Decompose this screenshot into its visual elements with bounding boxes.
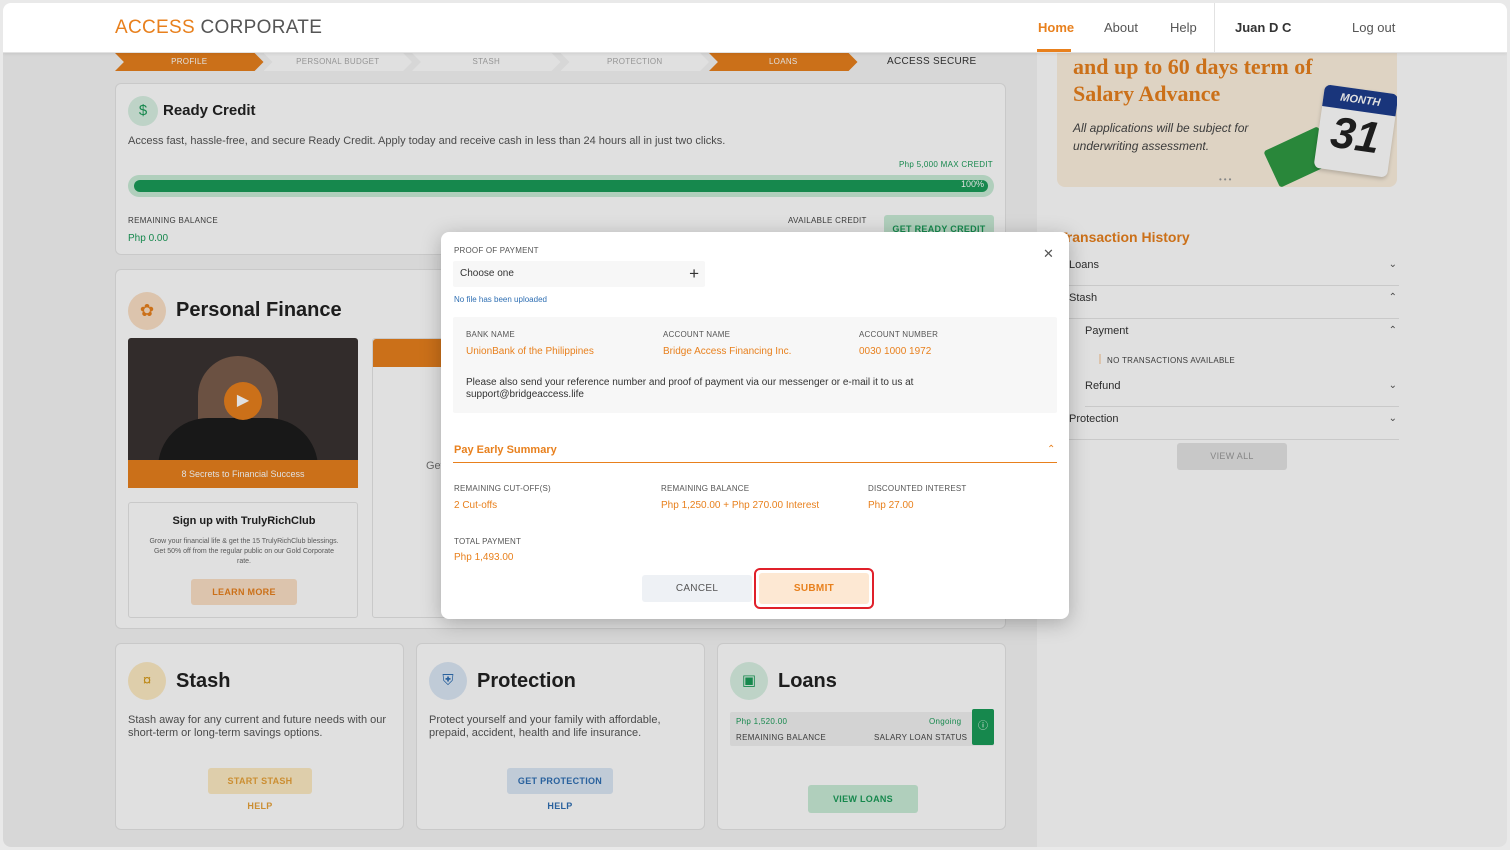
cancel-button[interactable]: CANCEL xyxy=(642,575,752,602)
account-number-value: 0030 1000 1972 xyxy=(859,346,932,357)
total-payment-value: Php 1,493.00 xyxy=(454,552,514,563)
account-name-label: ACCOUNT NAME xyxy=(663,330,731,339)
nav-home[interactable]: Home xyxy=(1038,20,1074,35)
discounted-interest-label: DISCOUNTED INTEREST xyxy=(868,484,967,493)
submit-highlight-ring xyxy=(754,568,874,609)
chevron-up-icon[interactable]: ⌃ xyxy=(1047,444,1055,455)
bank-name-label: BANK NAME xyxy=(466,330,515,339)
plus-icon[interactable]: + xyxy=(689,264,699,284)
discounted-interest-value: Php 27.00 xyxy=(868,500,914,511)
nav-about[interactable]: About xyxy=(1104,20,1138,35)
payment-instruction-note: Please also send your reference number a… xyxy=(466,377,914,400)
remaining-balance-value: Php 1,250.00 + Php 270.00 Interest xyxy=(661,500,820,511)
summary-divider xyxy=(453,462,1057,463)
bank-name-value: UnionBank of the Philippines xyxy=(466,346,594,357)
total-payment-label: TOTAL PAYMENT xyxy=(454,537,522,546)
no-file-text: No file has been uploaded xyxy=(454,295,547,304)
logo[interactable]: ACCESS CORPORATE xyxy=(115,17,322,39)
nav-divider xyxy=(1214,3,1215,53)
app-window: ACCESS CORPORATE Home About Help Juan D … xyxy=(3,3,1507,847)
nav-help[interactable]: Help xyxy=(1170,20,1197,35)
bank-details-box: BANK NAME UnionBank of the Philippines A… xyxy=(453,317,1057,413)
cutoff-label: REMAINING CUT-OFF(S) xyxy=(454,484,551,493)
cutoff-value: 2 Cut-offs xyxy=(454,500,498,511)
choose-one-text: Choose one xyxy=(460,268,514,279)
pay-early-summary-title[interactable]: Pay Early Summary xyxy=(454,444,557,456)
logout-link[interactable]: Log out xyxy=(1352,20,1395,35)
account-name-value: Bridge Access Financing Inc. xyxy=(663,346,792,357)
user-name[interactable]: Juan D C xyxy=(1235,20,1291,35)
nav-home-underline xyxy=(1037,49,1071,52)
proof-file-picker[interactable]: Choose one + xyxy=(453,261,705,287)
pay-early-modal: PROOF OF PAYMENT ✕ Choose one + No file … xyxy=(441,232,1069,619)
remaining-balance-label: REMAINING BALANCE xyxy=(661,484,750,493)
proof-of-payment-label: PROOF OF PAYMENT xyxy=(454,246,539,255)
top-header: ACCESS CORPORATE Home About Help Juan D … xyxy=(3,3,1507,53)
account-number-label: ACCOUNT NUMBER xyxy=(859,330,939,339)
close-icon[interactable]: ✕ xyxy=(1043,246,1054,262)
